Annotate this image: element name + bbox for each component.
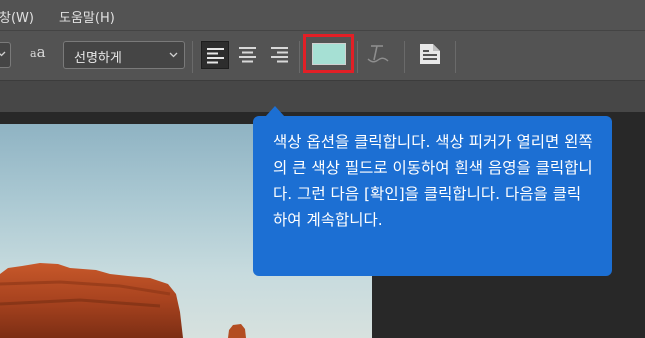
text-color-swatch[interactable]	[312, 43, 346, 65]
chevron-down-icon	[0, 51, 6, 57]
menu-help[interactable]: 도움말(H)	[59, 7, 115, 26]
align-right-button[interactable]	[266, 41, 294, 69]
align-left-button[interactable]	[201, 41, 229, 69]
align-center-button[interactable]	[234, 41, 262, 69]
document-tab-bar	[0, 80, 645, 113]
antialias-value: 선명하게	[74, 51, 122, 66]
antialias-icon-glyph-large: a	[36, 43, 46, 61]
align-center-icon	[239, 47, 256, 63]
menu-bar: 창(W) 도움말(H)	[0, 0, 645, 30]
divider	[357, 41, 358, 73]
align-right-icon	[271, 47, 288, 63]
align-left-icon	[207, 48, 224, 64]
character-panel-icon[interactable]	[419, 43, 441, 65]
chevron-down-icon	[169, 52, 178, 58]
divider	[455, 41, 456, 73]
divider	[404, 41, 405, 73]
instruction-tooltip: 색상 옵션을 클릭합니다. 색상 피커가 열리면 왼쪽의 큰 색상 필드로 이동…	[253, 116, 612, 276]
options-bar: aa 선명하게	[0, 30, 645, 81]
divider	[192, 41, 193, 73]
antialias-icon: aa	[30, 43, 46, 61]
font-size-dropdown[interactable]	[0, 42, 11, 68]
warp-text-icon[interactable]	[365, 41, 391, 67]
antialias-dropdown[interactable]: 선명하게	[63, 41, 185, 69]
menu-window[interactable]: 창(W)	[0, 7, 34, 26]
divider	[299, 41, 300, 73]
